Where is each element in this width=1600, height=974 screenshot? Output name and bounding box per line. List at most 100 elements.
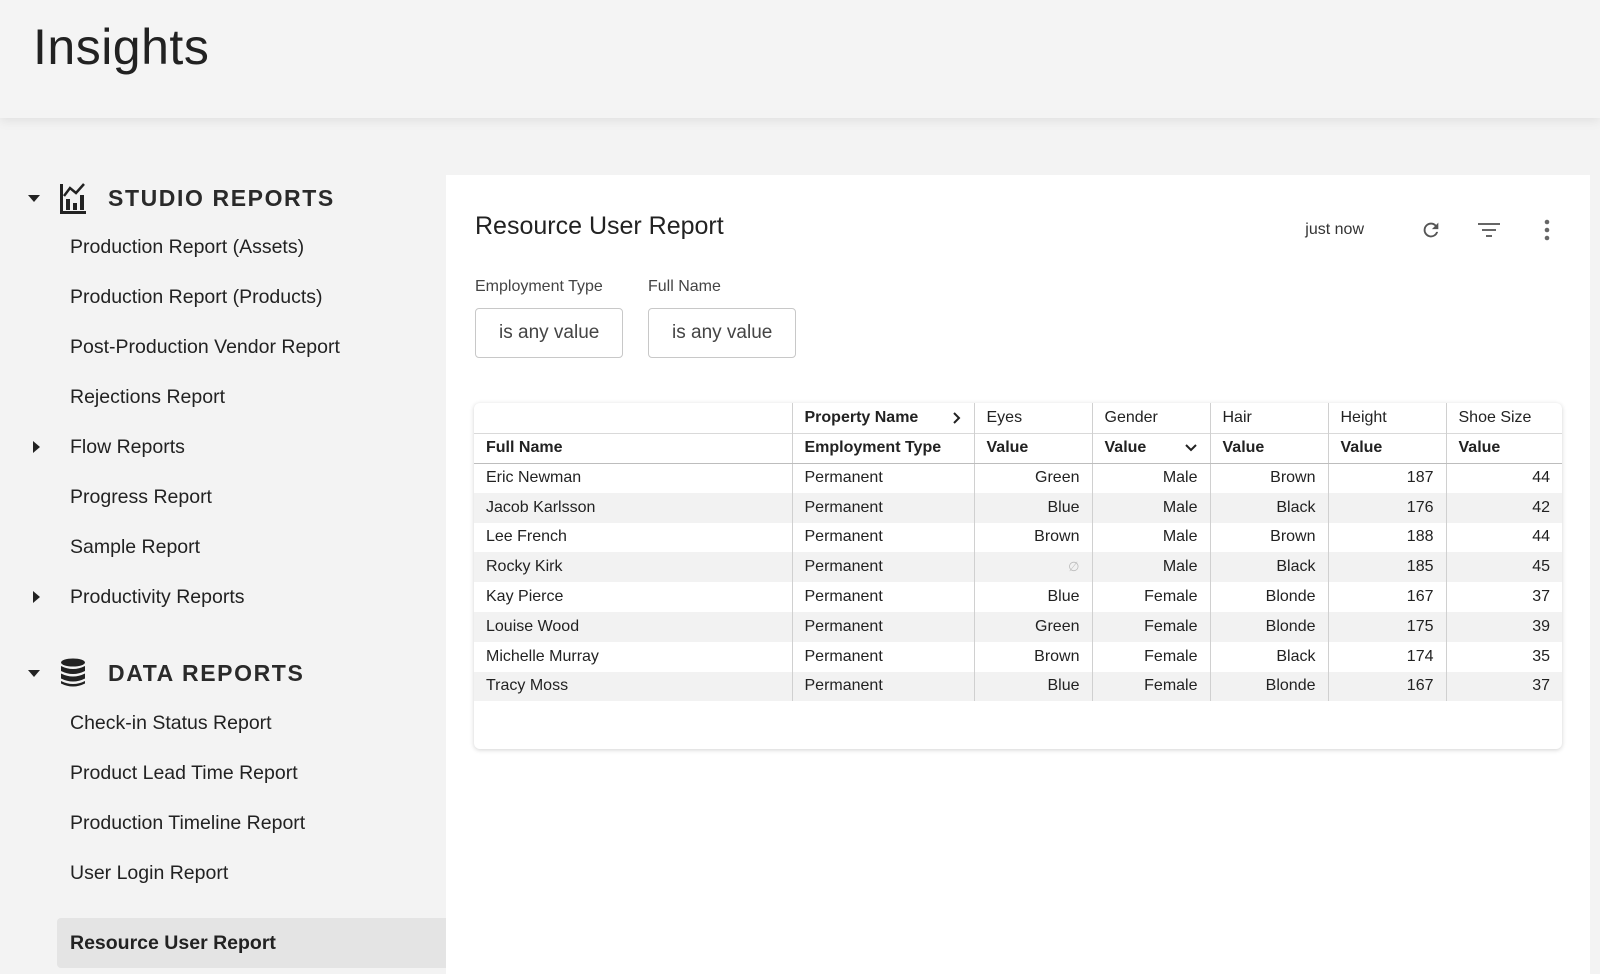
cell-height: 185 xyxy=(1327,552,1446,583)
table-row[interactable]: Lee French Permanent Brown Male Brown 18… xyxy=(474,522,1562,553)
cell-employment-type: Permanent xyxy=(791,671,974,702)
cell-gender: Female xyxy=(1091,671,1210,702)
sidebar: STUDIO REPORTS Production Report (Assets… xyxy=(0,118,446,974)
sidebar-item-check-in-status-report[interactable]: Check-in Status Report xyxy=(70,703,272,743)
chevron-right-icon xyxy=(952,412,960,424)
column-header-value[interactable]: Value xyxy=(973,432,1092,464)
cell-employment-type: Permanent xyxy=(791,492,974,523)
cell-full-name: Louise Wood xyxy=(474,611,792,642)
table-row[interactable]: Jacob Karlsson Permanent Blue Male Black… xyxy=(474,492,1562,523)
cell-shoe-size: 37 xyxy=(1445,582,1562,612)
cell-height: 176 xyxy=(1327,492,1446,523)
cell-shoe-size: 42 xyxy=(1445,492,1562,523)
chevron-right-icon[interactable] xyxy=(33,587,43,607)
pivot-col-shoe-size[interactable]: Shoe Size xyxy=(1445,403,1562,433)
column-header-label: Value xyxy=(1104,439,1147,456)
sidebar-item-product-lead-time-report[interactable]: Product Lead Time Report xyxy=(70,753,298,793)
sidebar-item-flow-reports[interactable]: Flow Reports xyxy=(70,427,185,467)
cell-height: 167 xyxy=(1327,671,1446,702)
cell-gender: Male xyxy=(1091,492,1210,523)
filter-value-button[interactable]: is any value xyxy=(475,308,624,358)
table-row[interactable]: Eric Newman Permanent Green Male Brown 1… xyxy=(474,463,1562,493)
filter-label: Employment Type xyxy=(475,278,603,295)
more-vert-icon[interactable] xyxy=(1534,217,1560,243)
cell-hair: Blonde xyxy=(1209,582,1328,612)
app-title: Insights xyxy=(33,19,210,75)
chevron-down-icon xyxy=(28,669,40,677)
cell-height: 187 xyxy=(1327,463,1446,493)
bar-chart-icon xyxy=(58,182,88,214)
last-updated: just now xyxy=(1305,221,1364,238)
cell-eyes: Blue xyxy=(973,671,1092,702)
filter-employment-type: Employment Type is any value xyxy=(475,278,624,358)
cell-employment-type: Permanent xyxy=(791,611,974,642)
pivot-spacer xyxy=(474,403,792,433)
cell-hair: Black xyxy=(1209,492,1328,523)
filter-label: Full Name xyxy=(648,278,721,295)
sidebar-item-production-timeline-report[interactable]: Production Timeline Report xyxy=(70,803,305,843)
table-row[interactable]: Tracy Moss Permanent Blue Female Blonde … xyxy=(474,671,1562,702)
sidebar-item-productivity-reports[interactable]: Productivity Reports xyxy=(70,577,244,617)
report-toolbar: just now xyxy=(1305,213,1560,247)
report-table: Property Name Eyes Gender Hair Height Sh… xyxy=(474,403,1562,702)
pivot-col-eyes[interactable]: Eyes xyxy=(973,403,1092,433)
filter-full-name: Full Name is any value xyxy=(648,278,797,358)
sidebar-item-production-report-assets[interactable]: Production Report (Assets) xyxy=(70,227,304,267)
cell-full-name: Michelle Murray xyxy=(486,647,599,665)
chevron-down-icon xyxy=(28,194,40,202)
section-studio-reports[interactable]: STUDIO REPORTS xyxy=(28,178,335,218)
column-header-value[interactable]: Value xyxy=(1209,432,1328,464)
table-row[interactable]: Rocky Kirk Permanent ∅ Male Black 185 45 xyxy=(474,552,1562,583)
cell-height: 188 xyxy=(1327,522,1446,553)
column-header-value[interactable]: Value xyxy=(1445,432,1562,464)
table-body: Eric Newman Permanent Green Male Brown 1… xyxy=(474,463,1562,702)
column-header-value-sorted[interactable]: Value xyxy=(1091,432,1210,464)
report-table-card: Property Name Eyes Gender Hair Height Sh… xyxy=(474,403,1562,749)
table-row[interactable]: Louise Wood Permanent Green Female Blond… xyxy=(474,611,1562,642)
cell-gender: Female xyxy=(1091,582,1210,612)
cell-height: 167 xyxy=(1327,582,1446,612)
pivot-col-height[interactable]: Height xyxy=(1327,403,1446,433)
cell-eyes: Green xyxy=(973,611,1092,642)
chevron-right-icon[interactable] xyxy=(33,437,43,457)
null-value-icon: ∅ xyxy=(1068,559,1080,575)
report-title: Resource User Report xyxy=(475,212,724,240)
cell-hair: Blonde xyxy=(1209,611,1328,642)
column-header-value[interactable]: Value xyxy=(1327,432,1446,464)
cell-eyes: Green xyxy=(973,463,1092,493)
pivot-header[interactable]: Property Name xyxy=(791,403,974,433)
cell-gender: Male xyxy=(1091,522,1210,553)
refresh-icon[interactable] xyxy=(1418,217,1444,243)
sidebar-item-resource-user-report[interactable]: Resource User Report xyxy=(70,923,276,963)
column-header-full-name[interactable]: Full Name xyxy=(474,432,792,464)
sidebar-item-post-production-vendor-report[interactable]: Post-Production Vendor Report xyxy=(70,327,340,367)
cell-shoe-size: 37 xyxy=(1445,671,1562,702)
cell-shoe-size: 44 xyxy=(1445,522,1562,553)
section-label: STUDIO REPORTS xyxy=(108,184,335,211)
pivot-col-gender[interactable]: Gender xyxy=(1091,403,1210,433)
pivot-col-hair[interactable]: Hair xyxy=(1209,403,1328,433)
cell-gender: Male xyxy=(1091,552,1210,583)
filter-icon[interactable] xyxy=(1476,217,1502,243)
cell-employment-type: Permanent xyxy=(791,641,974,672)
cell-eyes: Blue xyxy=(973,492,1092,523)
cell-full-name: Tracy Moss xyxy=(474,671,792,702)
cell-shoe-size: 44 xyxy=(1445,463,1562,493)
column-header-employment-type[interactable]: Employment Type xyxy=(791,432,974,464)
cell-full-name: Lee French xyxy=(486,528,567,546)
cell-shoe-size: 39 xyxy=(1445,611,1562,642)
sidebar-item-sample-report[interactable]: Sample Report xyxy=(70,527,200,567)
sidebar-item-production-report-products[interactable]: Production Report (Products) xyxy=(70,277,323,317)
sidebar-item-user-login-report[interactable]: User Login Report xyxy=(70,853,228,893)
table-row[interactable]: Michelle Murray Permanent Brown Female B… xyxy=(474,641,1562,672)
filter-value-button[interactable]: is any value xyxy=(648,308,797,358)
cell-hair: Brown xyxy=(1209,463,1328,493)
pivot-header-label: Property Name xyxy=(804,408,919,426)
section-data-reports[interactable]: DATA REPORTS xyxy=(28,653,304,693)
cell-employment-type: Permanent xyxy=(791,522,974,553)
sidebar-item-progress-report[interactable]: Progress Report xyxy=(70,477,212,517)
sidebar-item-rejections-report[interactable]: Rejections Report xyxy=(70,377,225,417)
cell-shoe-size: 35 xyxy=(1445,641,1562,672)
report-panel: Resource User Report just now Employment… xyxy=(446,175,1590,974)
table-row[interactable]: Kay Pierce Permanent Blue Female Blonde … xyxy=(474,582,1562,612)
